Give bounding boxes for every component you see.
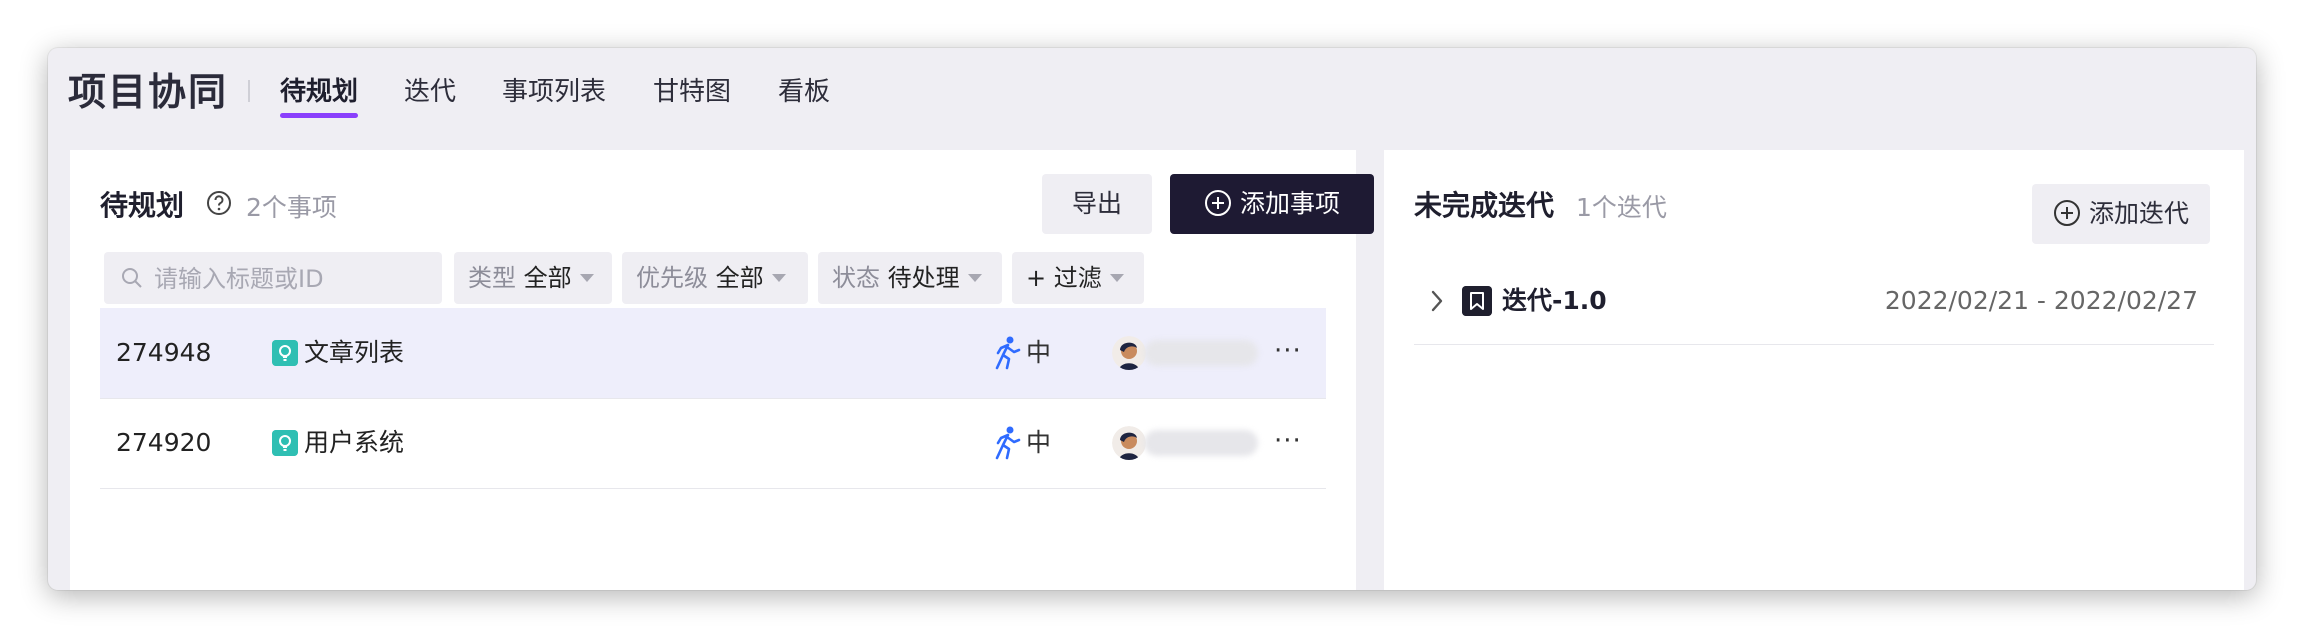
tab-gantt[interactable]: 甘特图 — [653, 70, 731, 114]
filter-priority-label: 优先级 — [636, 264, 708, 292]
plus-circle-icon — [1204, 190, 1231, 216]
filter-priority[interactable]: 优先级 全部 — [622, 252, 808, 304]
filter-priority-value: 全部 — [715, 264, 764, 292]
filter-type[interactable]: 类型 全部 — [454, 252, 612, 304]
issue-title[interactable]: 用户系统 — [304, 398, 404, 488]
table-row[interactable]: 274920 用户系统 中 ··· — [100, 398, 1326, 489]
table-row[interactable]: 274948 文章列表 中 ··· — [100, 308, 1326, 399]
avatar — [1112, 336, 1146, 370]
caret-down-icon — [1109, 274, 1124, 282]
caret-down-icon — [579, 274, 594, 282]
add-iteration-label: 添加迭代 — [2088, 199, 2189, 228]
tab-issue-list[interactable]: 事项列表 — [502, 70, 606, 114]
bookmark-icon — [1462, 286, 1492, 316]
caret-down-icon — [967, 274, 982, 282]
add-iteration-button[interactable]: 添加迭代 — [2032, 184, 2210, 244]
iteration-dates: 2022/02/21 - 2022/02/27 — [1884, 286, 2198, 315]
issue-title[interactable]: 文章列表 — [304, 308, 404, 398]
export-button[interactable]: 导出 — [1042, 174, 1152, 234]
run-priority-icon — [995, 426, 1021, 460]
app-window: 项目协同 待规划 迭代 事项列表 甘特图 看板 待规划 2个事项 导出 添加事项 — [48, 48, 2256, 590]
tab-iterations[interactable]: 迭代 — [404, 70, 456, 114]
assignee-name-blurred — [1144, 430, 1258, 456]
requirement-icon — [272, 430, 298, 456]
search-input[interactable] — [152, 252, 436, 306]
more-icon[interactable]: ··· — [1274, 308, 1302, 394]
caret-down-icon — [771, 274, 786, 282]
top-bar: 项目协同 待规划 迭代 事项列表 甘特图 看板 — [48, 48, 2256, 150]
add-filter-button[interactable]: + 过滤 — [1012, 252, 1144, 304]
priority-label: 中 — [1026, 338, 1052, 367]
requirement-icon — [272, 340, 298, 366]
filter-status-label: 状态 — [832, 264, 880, 292]
tab-backlog[interactable]: 待规划 — [280, 70, 358, 114]
backlog-count: 2个事项 — [246, 193, 337, 222]
assignee-name-blurred — [1144, 340, 1258, 366]
run-priority-icon — [995, 336, 1021, 370]
issue-id: 274920 — [116, 428, 212, 457]
iterations-title: 未完成迭代 — [1414, 189, 1555, 222]
iterations-panel: 未完成迭代 1个迭代 添加迭代 迭代-1.0 2022/02/21 - 2022… — [1384, 150, 2244, 590]
filter-status[interactable]: 状态 待处理 — [818, 252, 1002, 304]
app-title: 项目协同 — [68, 70, 229, 114]
backlog-panel: 待规划 2个事项 导出 添加事项 类型 全部 优先级 全部 — [70, 150, 1374, 590]
backlog-title: 待规划 — [100, 189, 185, 222]
filter-status-value: 待处理 — [887, 264, 960, 292]
search-box[interactable] — [104, 252, 442, 306]
add-filter-label: + 过滤 — [1026, 264, 1102, 292]
plus-circle-icon — [2053, 200, 2080, 226]
title-divider — [248, 80, 250, 102]
chevron-right-icon[interactable] — [1428, 288, 1446, 314]
iteration-name[interactable]: 迭代-1.0 — [1502, 262, 1607, 340]
add-issue-label: 添加事项 — [1239, 189, 1340, 218]
help-icon[interactable] — [206, 190, 232, 216]
priority-label: 中 — [1026, 428, 1052, 457]
add-issue-button[interactable]: 添加事项 — [1170, 174, 1374, 234]
iterations-count: 1个迭代 — [1576, 193, 1667, 222]
active-tab-indicator — [280, 113, 358, 118]
more-icon[interactable]: ··· — [1274, 398, 1302, 484]
iteration-row[interactable]: 迭代-1.0 2022/02/21 - 2022/02/27 — [1414, 262, 2214, 345]
filter-type-label: 类型 — [468, 264, 516, 292]
issue-id: 274948 — [116, 338, 212, 367]
search-icon — [122, 268, 142, 288]
avatar — [1112, 426, 1146, 460]
filter-type-value: 全部 — [523, 264, 572, 292]
tab-kanban[interactable]: 看板 — [778, 70, 830, 114]
